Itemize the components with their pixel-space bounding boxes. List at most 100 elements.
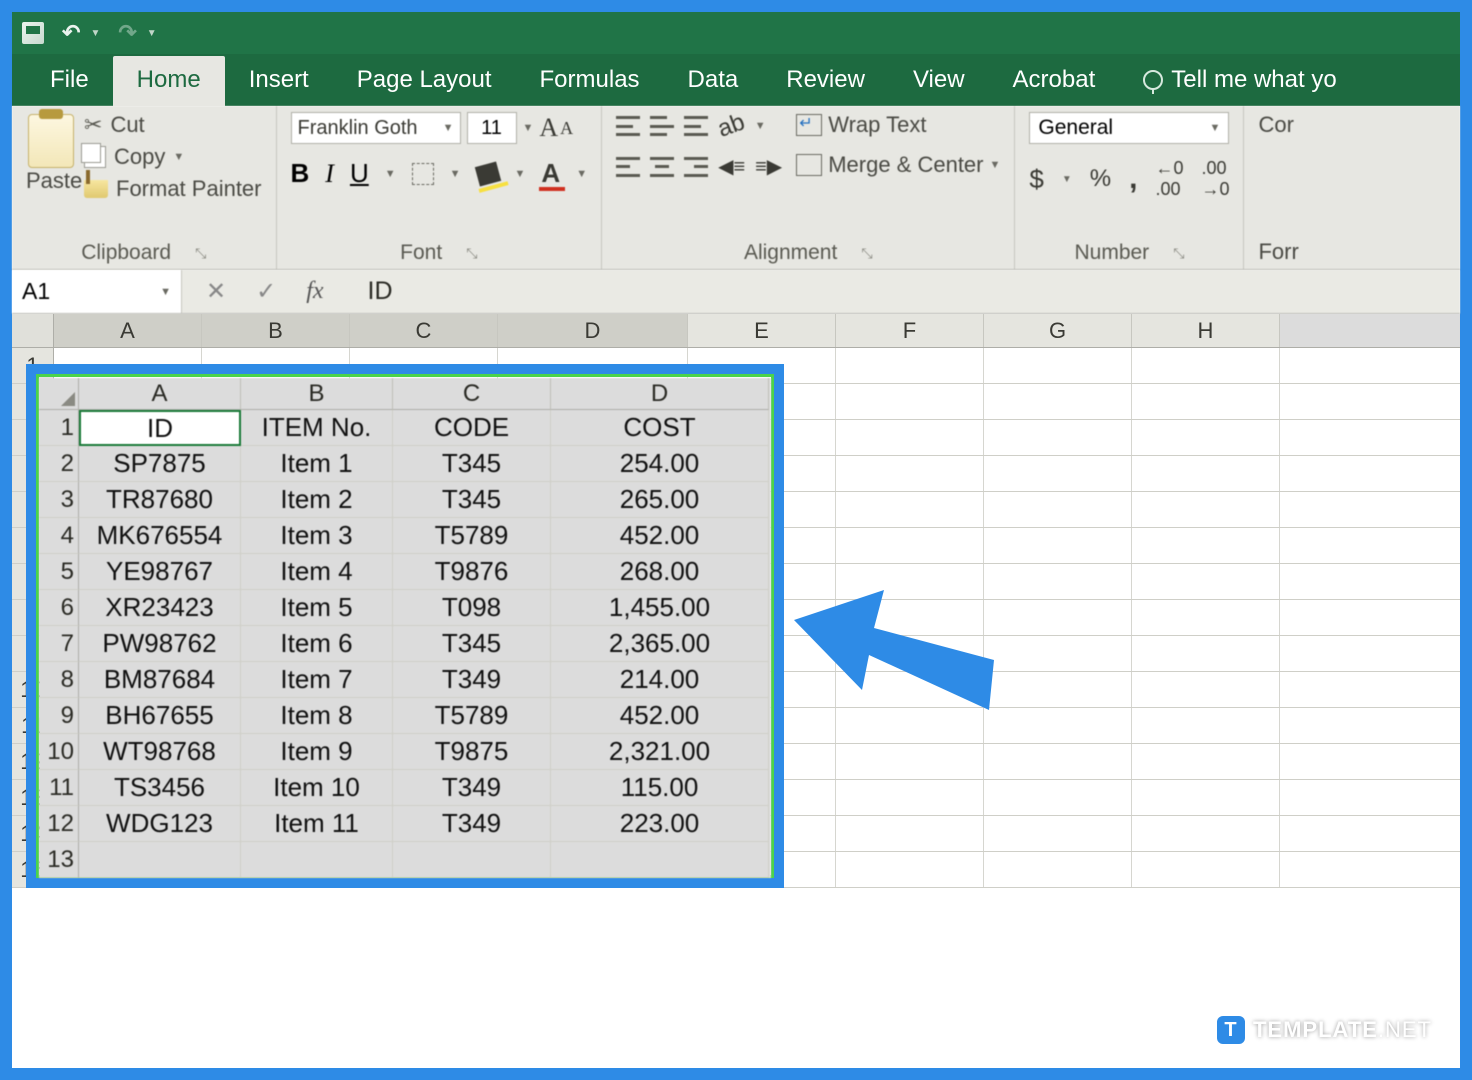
row-header[interactable]: 6	[39, 590, 79, 626]
cell[interactable]	[1132, 348, 1280, 383]
col-header[interactable]: C	[393, 378, 551, 410]
cell-cost[interactable]: 452.00	[551, 518, 769, 554]
cell-cost[interactable]: 214.00	[551, 662, 769, 698]
cell[interactable]	[551, 842, 769, 878]
conditional-formatting-partial[interactable]: Cor	[1258, 112, 1298, 138]
copy-button[interactable]: Copy▼	[84, 144, 262, 170]
cell-code[interactable]: T9876	[393, 554, 551, 590]
cell-code[interactable]: T345	[393, 626, 551, 662]
cell[interactable]	[984, 456, 1132, 491]
col-header[interactable]: B	[202, 314, 350, 347]
cell-cost[interactable]: 223.00	[551, 806, 769, 842]
redo-icon[interactable]: ↷	[118, 20, 136, 46]
fx-icon[interactable]: fx	[306, 278, 323, 305]
paste-button[interactable]: Paste	[26, 168, 84, 194]
cut-button[interactable]: ✂Cut	[84, 112, 262, 138]
row-header[interactable]: 10	[39, 734, 79, 770]
cell-id[interactable]: TR87680	[79, 482, 241, 518]
cell-cost[interactable]: 254.00	[551, 446, 769, 482]
orientation-icon[interactable]: ab	[714, 108, 749, 143]
cell[interactable]	[836, 780, 984, 815]
formula-bar-input[interactable]: ID	[348, 277, 393, 306]
cell[interactable]	[984, 600, 1132, 635]
tell-me-search[interactable]: Tell me what yo	[1119, 56, 1360, 106]
cell-header-item[interactable]: ITEM No.	[241, 410, 393, 446]
cell-item[interactable]: Item 9	[241, 734, 393, 770]
col-header[interactable]: B	[241, 378, 393, 410]
col-header[interactable]: A	[54, 314, 202, 347]
font-launcher-icon[interactable]: ⤡	[466, 245, 477, 262]
col-header[interactable]: C	[350, 314, 498, 347]
cell[interactable]	[393, 842, 551, 878]
tab-formulas[interactable]: Formulas	[516, 56, 664, 106]
tab-insert[interactable]: Insert	[225, 56, 333, 106]
decrease-font-icon[interactable]: A	[560, 118, 573, 139]
percent-button[interactable]: %	[1090, 165, 1111, 193]
cell-header-id[interactable]: ID	[79, 410, 241, 446]
cell-cost[interactable]: 2,321.00	[551, 734, 769, 770]
tab-view[interactable]: View	[889, 56, 989, 106]
cell-item[interactable]: Item 10	[241, 770, 393, 806]
cell-item[interactable]: Item 4	[241, 554, 393, 590]
paste-icon[interactable]	[28, 114, 74, 168]
name-box[interactable]: A1▼	[12, 270, 182, 313]
cell[interactable]	[1132, 492, 1280, 527]
font-name-select[interactable]: Franklin Goth▼	[291, 112, 461, 144]
cell-code[interactable]: T5789	[393, 698, 551, 734]
cell[interactable]	[984, 816, 1132, 851]
cell-code[interactable]: T345	[393, 446, 551, 482]
row-header[interactable]: 5	[39, 554, 79, 590]
cell[interactable]	[836, 744, 984, 779]
cell[interactable]	[836, 456, 984, 491]
col-header[interactable]: D	[498, 314, 688, 347]
row-header[interactable]: 2	[39, 446, 79, 482]
cell[interactable]	[984, 636, 1132, 671]
cell[interactable]	[1132, 672, 1280, 707]
cell[interactable]	[984, 672, 1132, 707]
save-icon[interactable]	[22, 22, 44, 44]
format-partial[interactable]: Forr	[1258, 239, 1298, 265]
cell-id[interactable]: SP7875	[79, 446, 241, 482]
tab-page-layout[interactable]: Page Layout	[333, 56, 516, 106]
cell-id[interactable]: TS3456	[79, 770, 241, 806]
col-header[interactable]: D	[551, 378, 769, 410]
cell[interactable]	[1132, 600, 1280, 635]
cell-item[interactable]: Item 5	[241, 590, 393, 626]
cell-cost[interactable]: 268.00	[551, 554, 769, 590]
cell[interactable]	[836, 348, 984, 383]
cell[interactable]	[1132, 816, 1280, 851]
row-header[interactable]: 3	[39, 482, 79, 518]
cell[interactable]	[836, 384, 984, 419]
cell[interactable]	[984, 384, 1132, 419]
cell[interactable]	[1132, 780, 1280, 815]
cancel-formula-icon[interactable]: ✕	[206, 277, 226, 306]
cell[interactable]	[836, 492, 984, 527]
row-header[interactable]: 13	[39, 842, 79, 878]
cell[interactable]	[984, 420, 1132, 455]
increase-font-icon[interactable]: A	[539, 113, 558, 143]
cell[interactable]	[1132, 564, 1280, 599]
italic-button[interactable]: I	[325, 159, 334, 189]
cell[interactable]	[1132, 456, 1280, 491]
cell-cost[interactable]: 265.00	[551, 482, 769, 518]
tab-file[interactable]: File	[26, 56, 113, 106]
number-launcher-icon[interactable]: ⤡	[1173, 245, 1184, 262]
cell[interactable]	[1132, 708, 1280, 743]
cell[interactable]	[1132, 528, 1280, 563]
cell-item[interactable]: Item 1	[241, 446, 393, 482]
underline-button[interactable]: U	[350, 158, 369, 189]
cell[interactable]	[241, 842, 393, 878]
cell-item[interactable]: Item 11	[241, 806, 393, 842]
row-header[interactable]: 7	[39, 626, 79, 662]
align-right-icon[interactable]	[684, 157, 708, 177]
tab-review[interactable]: Review	[762, 56, 889, 106]
cell-id[interactable]: WDG123	[79, 806, 241, 842]
undo-icon[interactable]: ↶	[62, 20, 80, 46]
cell[interactable]	[984, 780, 1132, 815]
cell-code[interactable]: T349	[393, 770, 551, 806]
alignment-launcher-icon[interactable]: ⤡	[861, 245, 872, 262]
cell-code[interactable]: T349	[393, 806, 551, 842]
decrease-indent-icon[interactable]: ◀≡	[718, 154, 745, 179]
format-painter-button[interactable]: Format Painter	[84, 176, 262, 202]
cell-id[interactable]: XR23423	[79, 590, 241, 626]
